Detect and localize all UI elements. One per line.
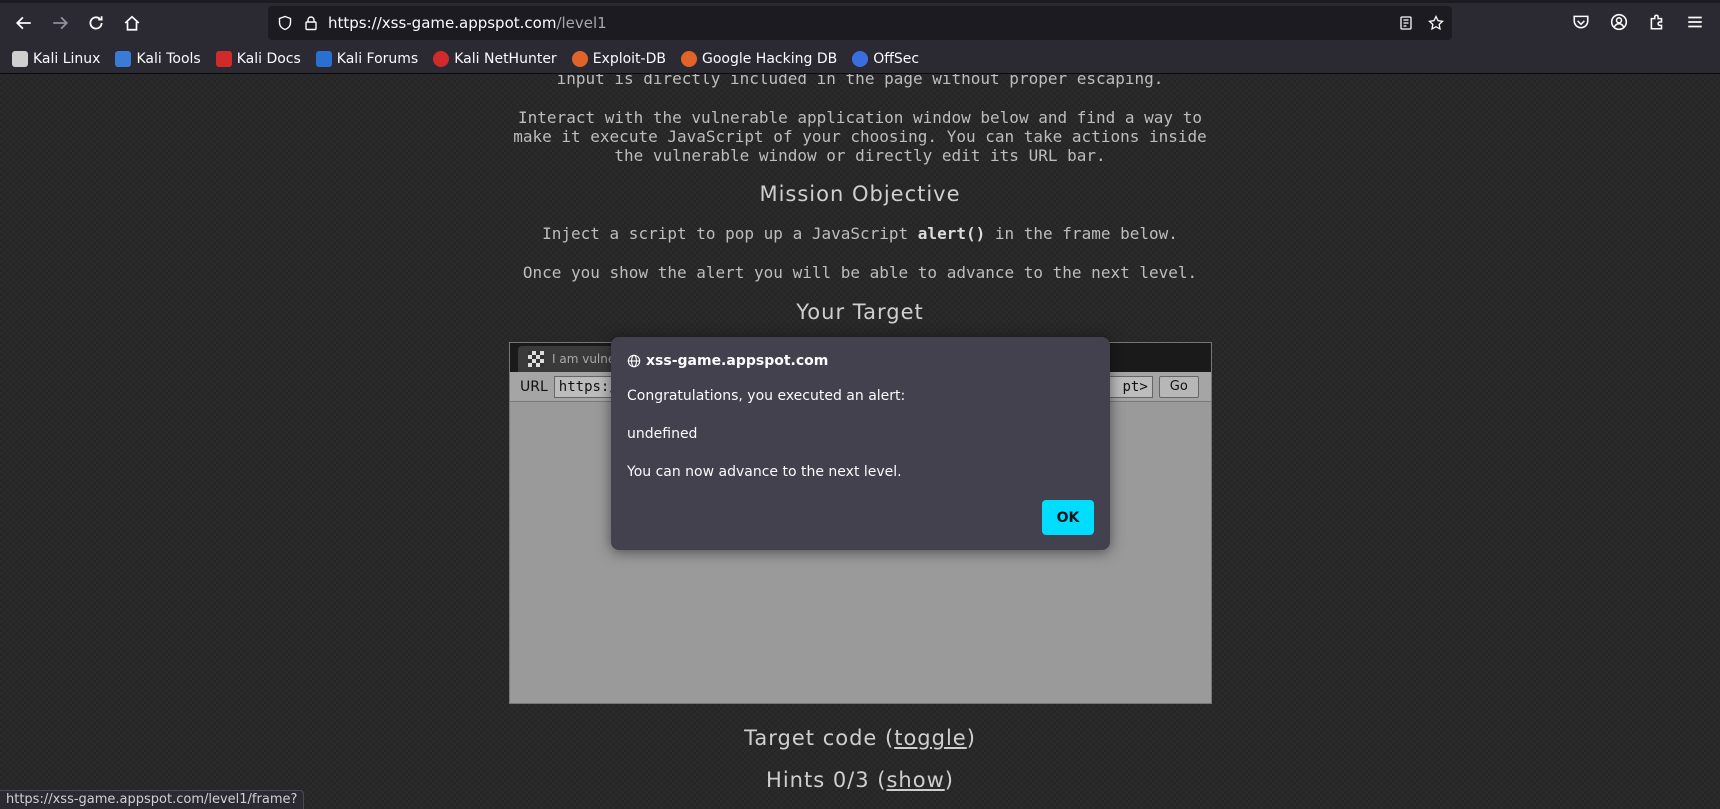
pocket-button[interactable] [1564, 5, 1598, 39]
window-top-strip [0, 0, 1720, 3]
dialog-origin-text: xss-game.appspot.com [646, 353, 829, 369]
back-button[interactable] [7, 6, 41, 40]
hints-label: Hints 0/3 ( [766, 768, 887, 792]
bookmarks-toolbar: Kali Linux Kali Tools Kali Docs Kali For… [0, 45, 1720, 74]
hints-close: ) [944, 768, 954, 792]
bookmark-kali-nethunter[interactable]: Kali NetHunter [433, 51, 557, 67]
frame-url-end: pt> [1122, 378, 1148, 395]
bookmark-exploit-db[interactable]: Exploit-DB [571, 51, 666, 67]
bookmark-kali-docs[interactable]: Kali Docs [215, 51, 301, 67]
reload-icon [89, 15, 103, 29]
tracking-shield-icon[interactable] [276, 14, 294, 32]
target-code-heading: Target code (toggle) [0, 726, 1720, 750]
reload-button[interactable] [79, 6, 113, 40]
dialog-message-2: undefined [627, 426, 698, 442]
url-host: https://xss-game.appspot.com [328, 14, 557, 32]
checker-favicon-icon [528, 351, 544, 367]
globe-icon [627, 354, 641, 368]
browser-toolbar: https://xss-game.appspot.com/level1 [0, 0, 1720, 45]
puzzle-icon [1650, 14, 1663, 30]
account-icon [1610, 13, 1628, 31]
objective-pre: Inject a script to pop up a JavaScript [542, 224, 918, 243]
bookmark-label: Kali NetHunter [454, 51, 557, 67]
bookmark-star-icon[interactable] [1428, 15, 1444, 31]
dialog-message-3: You can now advance to the next level. [627, 464, 902, 480]
home-button[interactable] [115, 6, 149, 40]
bookmark-offsec[interactable]: OffSec [852, 51, 919, 67]
advance-text: Once you show the alert you will be able… [522, 263, 1198, 282]
nav-buttons [7, 6, 149, 40]
dialog-message-1: Congratulations, you executed an alert: [627, 388, 906, 404]
arrow-right-icon [53, 16, 69, 29]
bookmark-label: Kali Tools [136, 51, 201, 67]
kali-dragon-icon [12, 51, 28, 67]
kali-docs-icon [215, 51, 232, 67]
hints-heading: Hints 0/3 (show) [0, 768, 1720, 792]
mission-objective-heading: Mission Objective [759, 182, 961, 206]
urlbar-actions [1398, 6, 1444, 40]
target-code-toggle-link[interactable]: toggle [894, 726, 967, 750]
url-path: /level1 [556, 14, 607, 32]
objective-code: alert() [917, 224, 986, 243]
bookmark-kali-linux[interactable]: Kali Linux [12, 51, 100, 67]
extensions-button[interactable] [1640, 5, 1674, 39]
objective-text: Inject a script to pop up a JavaScript a… [0, 224, 1720, 243]
kali-forums-icon [315, 51, 332, 67]
intro-text-1: Interact with the vulnerable application… [518, 108, 1202, 127]
menu-button[interactable] [1678, 5, 1712, 39]
hints-show-link[interactable]: show [886, 768, 944, 792]
bookmark-label: Kali Linux [33, 51, 101, 67]
bookmark-google-hacking-db[interactable]: Google Hacking DB [680, 51, 838, 67]
exploit-db-icon [571, 51, 588, 67]
address-bar[interactable]: https://xss-game.appspot.com/level1 [268, 6, 1452, 40]
alert-dialog: xss-game.appspot.com Congratulations, yo… [611, 337, 1110, 550]
home-icon [124, 15, 140, 31]
frame-url-label: URL [520, 378, 548, 395]
account-button[interactable] [1602, 5, 1636, 39]
target-code-close: ) [966, 726, 976, 750]
bookmark-label: OffSec [873, 51, 920, 67]
ghdb-icon [680, 51, 697, 67]
kali-tools-icon [115, 51, 132, 67]
bookmark-kali-forums[interactable]: Kali Forums [315, 51, 419, 67]
intro-text-cut: input is directly included in the page w… [556, 74, 1164, 88]
forward-button[interactable] [43, 6, 77, 40]
bookmark-label: Google Hacking DB [701, 51, 838, 67]
dialog-origin: xss-game.appspot.com [627, 353, 828, 369]
arrow-left-icon [15, 16, 31, 29]
bookmark-label: Exploit-DB [592, 51, 666, 67]
status-bar-url: https://xss-game.appspot.com/level1/fram… [0, 790, 305, 809]
bookmark-label: Kali Docs [236, 51, 301, 67]
bookmark-kali-tools[interactable]: Kali Tools [115, 51, 201, 67]
lock-icon[interactable] [302, 14, 320, 32]
nethunter-icon [433, 51, 450, 67]
your-target-heading: Your Target [796, 300, 924, 324]
intro-text-3: the vulnerable window or directly edit i… [614, 146, 1106, 165]
hamburger-menu-icon [1688, 16, 1702, 28]
url-text[interactable]: https://xss-game.appspot.com/level1 [328, 14, 607, 32]
intro-text-2: make it execute JavaScript of your choos… [513, 127, 1207, 146]
ok-button[interactable]: OK [1042, 500, 1094, 535]
frame-go-button[interactable]: Go [1158, 375, 1199, 398]
target-code-label: Target code ( [744, 726, 895, 750]
reader-view-icon[interactable] [1398, 15, 1414, 31]
offsec-icon [852, 51, 869, 67]
toolbar-right [1564, 5, 1712, 39]
bookmark-label: Kali Forums [336, 51, 419, 67]
frame-url-start: https:/ [558, 378, 618, 395]
objective-post: in the frame below. [985, 224, 1178, 243]
pocket-icon [1573, 15, 1589, 29]
